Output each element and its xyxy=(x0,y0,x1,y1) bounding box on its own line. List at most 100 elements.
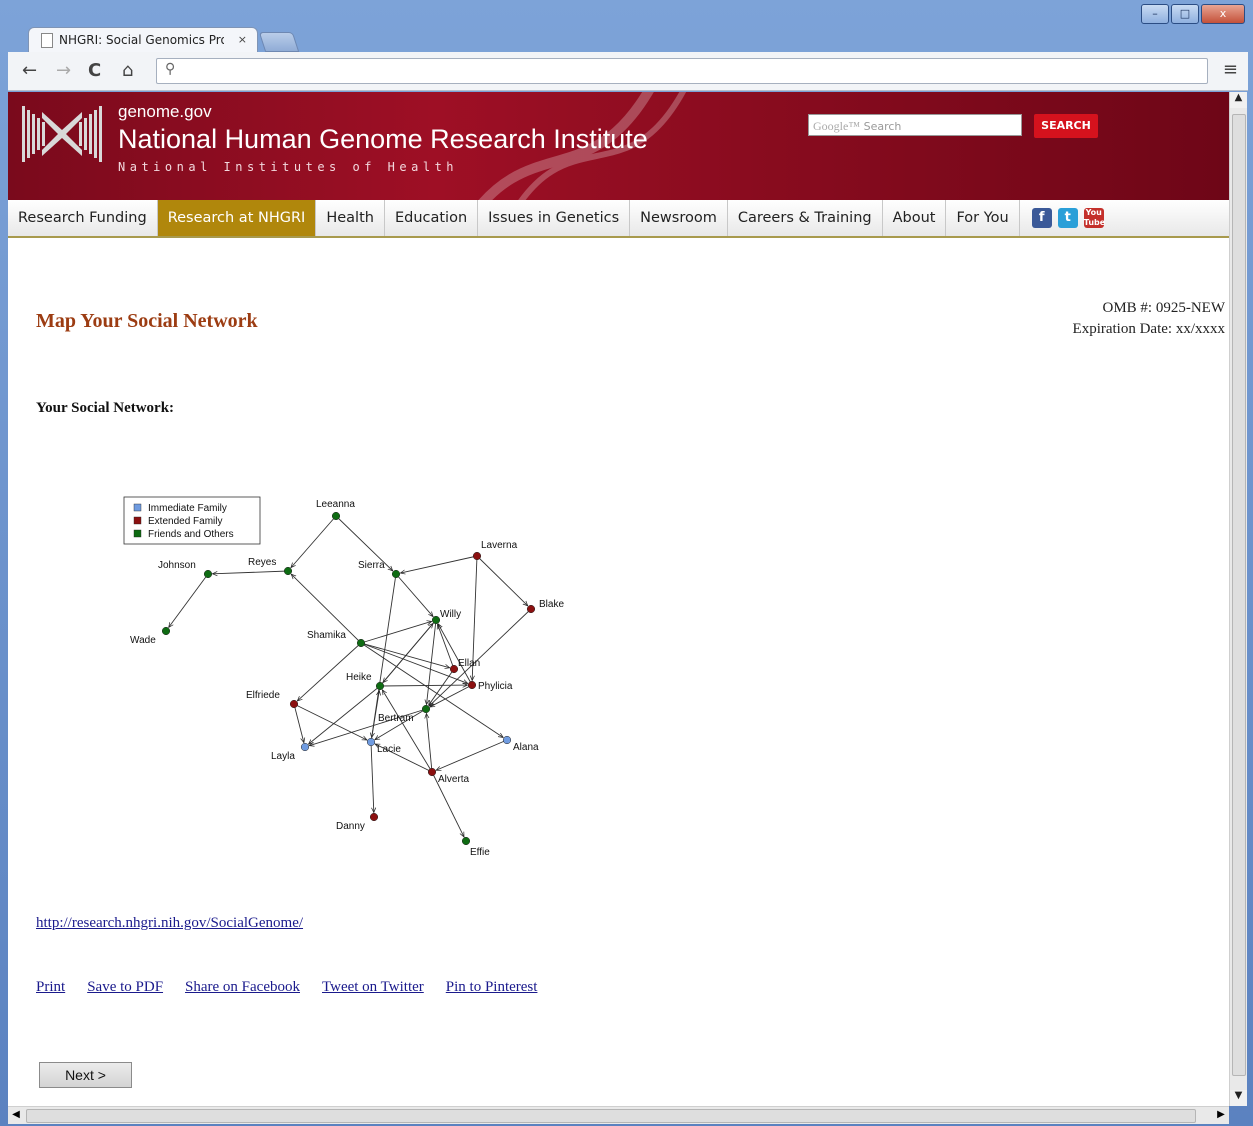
search-placeholder: Search xyxy=(863,120,902,133)
network-node xyxy=(356,638,366,648)
network-edge xyxy=(293,703,304,743)
nav-careers-training[interactable]: Careers & Training xyxy=(728,200,883,236)
network-edge xyxy=(169,573,209,627)
legend-label: Extended Family xyxy=(148,516,222,527)
network-node xyxy=(203,569,213,579)
network-node xyxy=(375,681,385,691)
network-node-label: Heike xyxy=(346,672,372,683)
network-node-label: Layla xyxy=(271,751,295,762)
network-node xyxy=(461,836,471,846)
network-edge xyxy=(395,573,433,617)
close-window-button[interactable]: x xyxy=(1201,4,1245,24)
network-node xyxy=(449,664,459,674)
window-controls: – □ x xyxy=(1141,4,1245,24)
nav-issues-in-genetics[interactable]: Issues in Genetics xyxy=(478,200,631,236)
forward-icon[interactable]: → xyxy=(56,60,71,81)
minimize-button[interactable]: – xyxy=(1141,4,1169,24)
home-icon[interactable]: ⌂ xyxy=(122,60,133,81)
network-node-label: Shamika xyxy=(307,630,346,641)
nav-education[interactable]: Education xyxy=(385,200,479,236)
new-tab-button[interactable] xyxy=(258,32,300,52)
network-node-label: Bertram xyxy=(378,713,414,724)
social-links: f t You Tube xyxy=(1020,200,1105,236)
scroll-right-icon[interactable]: ▶ xyxy=(1213,1107,1229,1123)
network-node xyxy=(472,551,482,561)
nav-for-you[interactable]: For You xyxy=(946,200,1020,236)
network-node-label: Blake xyxy=(539,599,564,610)
vertical-scrollbar[interactable]: ▲ ▼ xyxy=(1229,92,1247,1106)
pin-pinterest-link[interactable]: Pin to Pinterest xyxy=(446,979,538,996)
search-icon: ⚲ xyxy=(165,61,176,77)
nav-newsroom[interactable]: Newsroom xyxy=(630,200,728,236)
network-edge xyxy=(212,570,289,574)
facebook-icon[interactable]: f xyxy=(1031,208,1052,228)
network-node xyxy=(283,566,293,576)
section-label: Your Social Network: xyxy=(36,400,175,416)
nav-health[interactable]: Health xyxy=(316,200,385,236)
network-node xyxy=(366,737,376,747)
youtube-icon[interactable]: You Tube xyxy=(1083,208,1105,228)
legend-swatch xyxy=(133,516,142,525)
next-button[interactable]: Next > xyxy=(39,1062,132,1088)
search-button[interactable]: SEARCH xyxy=(1034,114,1098,138)
site-name[interactable]: National Human Genome Research Institute xyxy=(118,124,648,155)
omb-number: OMB #: 0925-NEW xyxy=(1102,300,1226,316)
network-edge xyxy=(379,685,468,686)
network-node xyxy=(391,569,401,579)
network-node xyxy=(421,704,431,714)
network-node xyxy=(467,680,477,690)
scroll-down-icon[interactable]: ▼ xyxy=(1230,1090,1247,1106)
menu-icon[interactable]: ≡ xyxy=(1223,59,1238,80)
network-node-label: Sierra xyxy=(358,560,385,571)
nav-about[interactable]: About xyxy=(883,200,947,236)
network-node-label: Alana xyxy=(513,742,539,753)
twitter-icon[interactable]: t xyxy=(1057,208,1078,228)
share-actions: Print Save to PDF Share on Facebook Twee… xyxy=(36,979,537,996)
tweet-twitter-link[interactable]: Tweet on Twitter xyxy=(322,979,424,996)
legend-label: Friends and Others xyxy=(148,529,234,540)
network-node-label: Effie xyxy=(470,847,490,858)
tab-close-icon[interactable]: × xyxy=(238,28,247,52)
page-icon xyxy=(41,33,53,48)
site-header: genome.gov National Human Genome Researc… xyxy=(8,92,1229,200)
site-navigation: Research Funding Research at NHGRI Healt… xyxy=(8,200,1229,238)
vertical-scroll-thumb[interactable] xyxy=(1232,114,1246,1076)
site-search-input[interactable]: Google™ Search xyxy=(808,114,1022,136)
network-edge xyxy=(476,555,528,606)
social-network-graph: Leeanna Johnson Reyes Sierra Laverna Blake Wil… xyxy=(123,496,564,858)
address-bar[interactable]: ⚲ xyxy=(156,58,1208,84)
project-url-link[interactable]: http://research.nhgri.nih.gov/SocialGeno… xyxy=(36,915,303,932)
legend-label: Immediate Family xyxy=(148,503,227,514)
network-node-label: Ellan xyxy=(458,658,480,669)
site-domain[interactable]: genome.gov xyxy=(118,102,212,122)
save-pdf-link[interactable]: Save to PDF xyxy=(87,979,163,996)
horizontal-scrollbar[interactable]: ◀ ▶ xyxy=(8,1106,1229,1124)
network-node xyxy=(431,615,441,625)
network-node xyxy=(526,604,536,614)
network-node xyxy=(289,699,299,709)
network-edge xyxy=(291,515,337,568)
page-viewport: genome.gov National Human Genome Researc… xyxy=(8,92,1229,1106)
network-node-label: Wade xyxy=(130,635,156,646)
network-node xyxy=(427,767,437,777)
nav-research-at-nhgri[interactable]: Research at NHGRI xyxy=(157,200,317,236)
google-mark: Google™ xyxy=(813,119,861,133)
nav-research-funding[interactable]: Research Funding xyxy=(8,200,158,236)
network-node-label: Willy xyxy=(440,609,461,620)
network-edge xyxy=(430,684,473,707)
scroll-left-icon[interactable]: ◀ xyxy=(8,1107,24,1123)
expiration-date: Expiration Date: xx/xxxx xyxy=(1072,321,1225,337)
network-edge xyxy=(438,624,455,670)
network-node-label: Reyes xyxy=(248,557,276,568)
share-facebook-link[interactable]: Share on Facebook xyxy=(185,979,300,996)
horizontal-scroll-thumb[interactable] xyxy=(26,1109,1196,1123)
reload-icon[interactable]: C xyxy=(88,60,101,81)
browser-tab[interactable]: NHGRI: Social Genomics Proj × xyxy=(28,27,258,52)
scroll-up-icon[interactable]: ▲ xyxy=(1230,92,1247,108)
legend-swatch xyxy=(133,503,142,512)
back-icon[interactable]: ← xyxy=(22,60,37,81)
network-edge xyxy=(360,621,432,644)
network-edge xyxy=(436,739,508,770)
maximize-button[interactable]: □ xyxy=(1171,4,1199,24)
print-link[interactable]: Print xyxy=(36,979,65,996)
